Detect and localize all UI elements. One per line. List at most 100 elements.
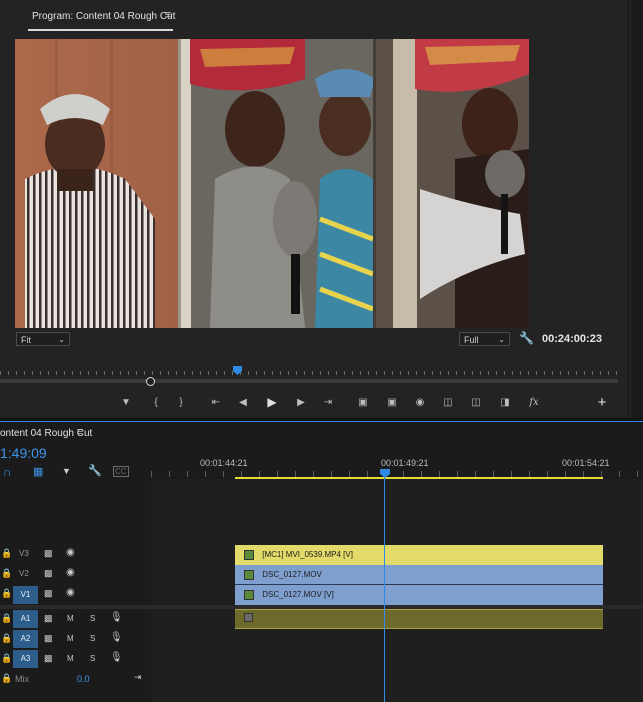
linked-selection-icon[interactable]: ▦ — [33, 465, 43, 478]
right-panel-edge — [630, 0, 643, 418]
mark-out-icon[interactable]: } — [173, 394, 189, 410]
lock-icon[interactable]: 🔒 — [1, 568, 12, 579]
transport-controls: ▼ { } ⇤ ◀ ▶ ▶ ⇥ ▣ ▣ ◉ ◫ ◫ ◨ fx + — [118, 394, 618, 411]
eye-icon[interactable]: ◉ — [66, 587, 75, 598]
comparison-view-icon[interactable]: ◫ — [468, 394, 484, 410]
wrench-icon[interactable]: 🔧 — [88, 464, 102, 477]
solo-button[interactable]: S — [90, 634, 95, 643]
video-image — [15, 39, 529, 328]
track-header-mix: 🔒 Mix 0.0 ⇥ — [0, 669, 151, 689]
program-monitor: Program: Content 04 Rough Cut ≡ Fit ⌄ Fu… — [0, 0, 627, 418]
quality-dropdown[interactable]: Full ⌄ — [459, 332, 510, 346]
lock-icon[interactable]: 🔒 — [1, 653, 12, 664]
clip-label: [MC1] MVI_0539.MP4 [V] — [262, 550, 353, 559]
wrench-icon[interactable]: 🔧 — [519, 331, 534, 345]
eye-icon[interactable]: ◉ — [66, 547, 75, 558]
fx-icon[interactable]: fx — [526, 394, 542, 410]
solo-button[interactable]: S — [90, 654, 95, 663]
step-back-icon[interactable]: ◀ — [235, 394, 251, 410]
eye-icon[interactable]: ◉ — [66, 567, 75, 578]
monitor-time-ruler[interactable] — [0, 367, 618, 375]
track-target-a3[interactable]: A3 — [13, 650, 38, 668]
clip-a1[interactable] — [235, 609, 603, 629]
zoom-scrollbar[interactable] — [0, 379, 618, 383]
microphone-icon[interactable]: 🎙 — [110, 612, 123, 623]
export-frame-icon[interactable]: ◉ — [412, 394, 428, 410]
track-header-v2: 🔒 V2 ▩ ◉ — [0, 565, 151, 585]
add-button-icon[interactable]: + — [594, 394, 610, 411]
video-frame — [15, 39, 529, 328]
snap-icon[interactable]: ∩ — [3, 465, 12, 479]
timeline-panel: ontent 04 Rough Cut ≡ 1:49:09 ∩ ▦ ▼ 🔧 CC… — [0, 421, 643, 702]
lift-icon[interactable]: ▣ — [355, 394, 371, 410]
insert-icon[interactable]: ◫ — [440, 394, 456, 410]
track-header-v1: 🔒 V1 ▩ ◉ — [0, 585, 151, 605]
add-marker-icon[interactable]: ▼ — [62, 466, 71, 476]
lock-icon[interactable]: 🔒 — [1, 588, 12, 599]
mark-in-icon[interactable]: { — [148, 394, 164, 410]
ruler-label: 00:01:54:21 — [562, 458, 610, 468]
mix-value[interactable]: 0.0 — [77, 674, 90, 684]
track-header-a2: 🔒 A2 ▩ M S 🎙 — [0, 629, 151, 649]
fit-dropdown[interactable]: Fit ⌄ — [16, 332, 70, 346]
panel-menu-icon[interactable]: ≡ — [77, 426, 83, 438]
mix-label: Mix — [15, 674, 29, 684]
track-target-a1[interactable]: A1 — [13, 610, 38, 628]
timeline-playhead-line — [384, 477, 385, 702]
fx-badge-icon — [244, 549, 254, 560]
zoom-handle[interactable] — [146, 377, 155, 386]
add-marker-icon[interactable]: ▼ — [118, 394, 134, 410]
vr-view-icon[interactable]: ◨ — [497, 394, 513, 410]
lock-icon[interactable]: 🔒 — [1, 633, 12, 644]
track-header-a1: 🔒 A1 ▩ M S 🎙 — [0, 609, 151, 629]
clip-v3[interactable]: [MC1] MVI_0539.MP4 [V] — [235, 545, 603, 565]
captions-icon[interactable]: CC — [113, 466, 129, 477]
fx-badge-icon — [244, 613, 253, 622]
sync-lock-icon[interactable]: ▩ — [44, 588, 53, 599]
sync-lock-icon[interactable]: ▩ — [44, 633, 53, 644]
chevron-down-icon: ⌄ — [58, 335, 65, 344]
fx-badge-icon — [244, 589, 254, 600]
solo-button[interactable]: S — [90, 614, 95, 623]
sync-lock-icon[interactable]: ▩ — [44, 613, 53, 624]
lock-icon[interactable]: 🔒 — [1, 548, 12, 559]
fx-badge-icon — [244, 569, 254, 580]
sync-lock-icon[interactable]: ▩ — [44, 548, 53, 559]
mute-button[interactable]: M — [67, 654, 74, 663]
sync-lock-icon[interactable]: ▩ — [44, 568, 53, 579]
lock-icon[interactable]: 🔒 — [1, 613, 12, 624]
extract-icon[interactable]: ▣ — [384, 394, 400, 410]
clip-label: DSC_0127.MOV — [262, 570, 322, 579]
step-forward-icon[interactable]: ▶ — [293, 394, 309, 410]
timeline-tab-accent — [0, 421, 643, 422]
program-tab[interactable]: Program: Content 04 Rough Cut — [32, 11, 175, 22]
sync-lock-icon[interactable]: ▩ — [44, 653, 53, 664]
go-to-end-icon[interactable]: ⇥ — [134, 672, 142, 683]
mute-button[interactable]: M — [67, 634, 74, 643]
panel-menu-icon[interactable]: ≡ — [165, 9, 171, 21]
track-header-a3: 🔒 A3 ▩ M S 🎙 — [0, 649, 151, 669]
program-timecode: 00:24:00:23 — [542, 333, 602, 345]
track-target-a2[interactable]: A2 — [13, 630, 38, 648]
chevron-down-icon: ⌄ — [498, 335, 505, 344]
go-to-in-icon[interactable]: ⇤ — [208, 394, 224, 410]
track-name[interactable]: V3 — [19, 549, 29, 558]
clip-label: DSC_0127.MOV [V] — [262, 590, 334, 599]
go-to-out-icon[interactable]: ⇥ — [320, 394, 336, 410]
fit-label: Fit — [21, 335, 31, 345]
mute-button[interactable]: M — [67, 614, 74, 623]
timeline-ruler[interactable]: 00:01:44:21 00:01:49:21 00:01:54:21 — [151, 453, 643, 479]
clip-v1[interactable]: DSC_0127.MOV [V] — [235, 585, 603, 605]
quality-label: Full — [464, 335, 479, 345]
track-name[interactable]: V2 — [19, 569, 29, 578]
timeline-playhead-timecode[interactable]: 1:49:09 — [0, 445, 47, 461]
clip-v2[interactable]: DSC_0127.MOV — [235, 565, 603, 585]
play-icon[interactable]: ▶ — [264, 394, 280, 410]
lock-icon[interactable]: 🔒 — [1, 673, 12, 684]
microphone-icon[interactable]: 🎙 — [110, 632, 123, 643]
ruler-label: 00:01:49:21 — [381, 458, 429, 468]
microphone-icon[interactable]: 🎙 — [110, 652, 123, 663]
track-target-v1[interactable]: V1 — [13, 586, 38, 604]
program-tab-underline — [28, 29, 173, 31]
track-header-v3: 🔒 V3 ▩ ◉ — [0, 545, 151, 565]
